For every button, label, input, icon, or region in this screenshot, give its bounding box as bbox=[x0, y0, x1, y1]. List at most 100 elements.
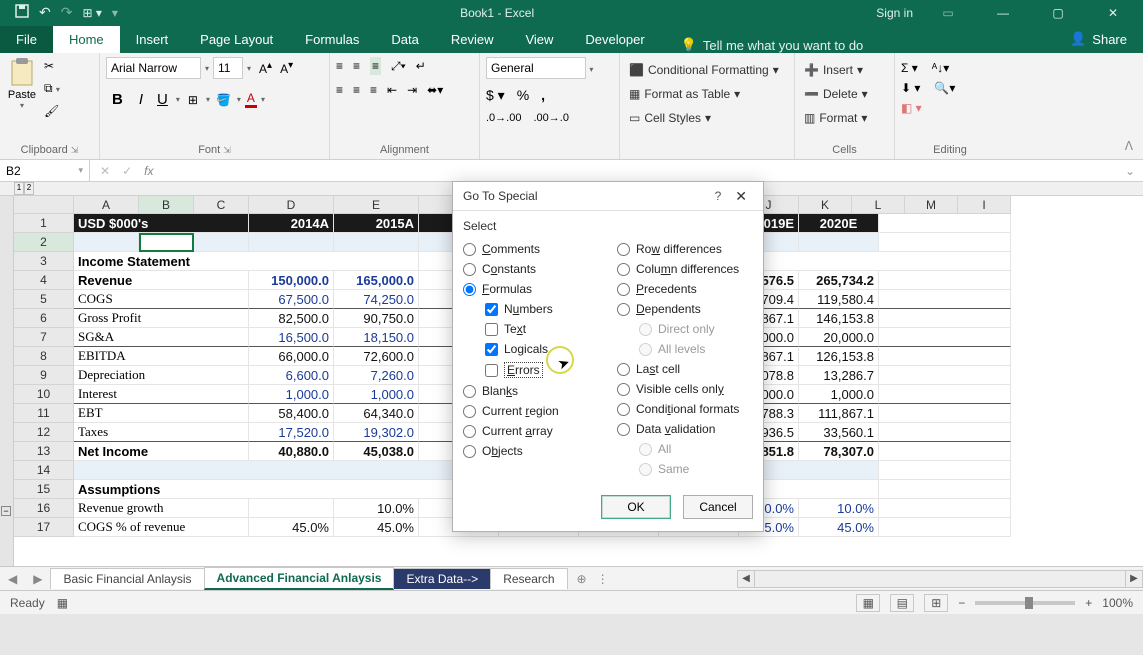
tell-me-search[interactable]: 💡 Tell me what you want to do bbox=[681, 37, 864, 53]
cell-E8[interactable]: 72,600.0 bbox=[334, 347, 419, 366]
merge-center-icon[interactable]: ⬌▾ bbox=[427, 83, 443, 97]
row-header-12[interactable]: 12 bbox=[14, 423, 74, 442]
align-center-icon[interactable]: ≡ bbox=[353, 83, 360, 97]
row-header-9[interactable]: 9 bbox=[14, 366, 74, 385]
sheet-tab-extra[interactable]: Extra Data--> bbox=[393, 568, 491, 589]
format-as-table-button[interactable]: ▦Format as Table ▾ bbox=[626, 85, 743, 103]
normal-view-icon[interactable]: ▦ bbox=[856, 594, 880, 612]
tab-home[interactable]: Home bbox=[53, 26, 120, 53]
cell-E17[interactable]: 45.0% bbox=[334, 518, 419, 537]
tab-file[interactable]: File bbox=[0, 26, 53, 53]
cell-D5[interactable]: 67,500.0 bbox=[249, 290, 334, 309]
select-all-corner[interactable] bbox=[14, 196, 74, 214]
maximize-icon[interactable]: ▢ bbox=[1038, 6, 1078, 20]
col-header-L[interactable]: L bbox=[852, 196, 905, 214]
row-header-4[interactable]: 4 bbox=[14, 271, 74, 290]
cell-A8[interactable]: EBITDA bbox=[74, 347, 249, 366]
cell-A1[interactable]: USD $000's bbox=[74, 214, 249, 233]
radio-constants[interactable]: Constants bbox=[463, 259, 599, 279]
cut-icon[interactable]: ✂ bbox=[44, 59, 60, 73]
decrease-decimal-icon[interactable]: .00→.0 bbox=[533, 112, 568, 124]
row-header-1[interactable]: 1 bbox=[14, 214, 74, 233]
page-break-view-icon[interactable]: ⊞ bbox=[924, 594, 948, 612]
cell-A12[interactable]: Taxes bbox=[74, 423, 249, 442]
zoom-slider[interactable] bbox=[975, 601, 1075, 605]
font-name-dropdown-icon[interactable]: ▾ bbox=[205, 64, 209, 73]
col-header-E[interactable]: E bbox=[334, 196, 419, 214]
zoom-in-icon[interactable]: + bbox=[1085, 596, 1092, 610]
cell-K9[interactable]: 13,286.7 bbox=[799, 366, 879, 385]
col-header-M[interactable]: M bbox=[905, 196, 958, 214]
percent-format-icon[interactable]: % bbox=[517, 87, 529, 104]
font-name-select[interactable] bbox=[106, 57, 201, 79]
cell-A3[interactable]: Income Statement bbox=[74, 252, 419, 271]
cell-A7[interactable]: SG&A bbox=[74, 328, 249, 347]
sheet-tab-basic[interactable]: Basic Financial Anlaysis bbox=[50, 568, 204, 589]
zoom-level[interactable]: 100% bbox=[1102, 596, 1133, 610]
tab-data[interactable]: Data bbox=[375, 26, 434, 53]
font-color-icon[interactable]: A bbox=[245, 91, 257, 108]
collapse-ribbon-icon[interactable]: ᐱ bbox=[1125, 139, 1133, 153]
cell-K16[interactable]: 10.0% bbox=[799, 499, 879, 518]
cell-A2[interactable] bbox=[74, 233, 139, 252]
number-format-dropdown-icon[interactable]: ▾ bbox=[589, 65, 593, 74]
clipboard-launcher-icon[interactable]: ⇲ bbox=[71, 145, 79, 155]
cell-K17[interactable]: 45.0% bbox=[799, 518, 879, 537]
tab-view[interactable]: View bbox=[509, 26, 569, 53]
clear-icon[interactable]: ◧ ▾ bbox=[901, 101, 922, 115]
check-logicals[interactable]: Logicals bbox=[485, 339, 599, 359]
tab-developer[interactable]: Developer bbox=[569, 26, 660, 53]
row-header-3[interactable]: 3 bbox=[14, 252, 74, 271]
page-layout-view-icon[interactable]: ▤ bbox=[890, 594, 914, 612]
align-left-icon[interactable]: ≡ bbox=[336, 83, 343, 97]
check-errors[interactable]: Errors bbox=[485, 359, 599, 381]
radio-current-region[interactable]: Current region bbox=[463, 401, 599, 421]
align-top-icon[interactable]: ≡ bbox=[336, 59, 343, 73]
cell-E12[interactable]: 19,302.0 bbox=[334, 423, 419, 442]
cell-E4[interactable]: 165,000.0 bbox=[334, 271, 419, 290]
cell-K7[interactable]: 20,000.0 bbox=[799, 328, 879, 347]
row-header-6[interactable]: 6 bbox=[14, 309, 74, 328]
borders-dropdown-icon[interactable]: ▾ bbox=[206, 95, 210, 104]
sort-filter-icon[interactable]: ᴬ↓▾ bbox=[932, 61, 949, 75]
sheet-tab-advanced[interactable]: Advanced Financial Anlaysis bbox=[204, 567, 395, 590]
cell-D10[interactable]: 1,000.0 bbox=[249, 385, 334, 404]
row-header-7[interactable]: 7 bbox=[14, 328, 74, 347]
cell-E7[interactable]: 18,150.0 bbox=[334, 328, 419, 347]
cell-D13[interactable]: 40,880.0 bbox=[249, 442, 334, 461]
zoom-out-icon[interactable]: − bbox=[958, 596, 965, 610]
radio-blanks[interactable]: Blanks bbox=[463, 381, 599, 401]
format-painter-icon[interactable]: 🖌 bbox=[44, 104, 60, 118]
cancel-formula-icon[interactable]: ✕ bbox=[100, 164, 110, 178]
fill-dropdown-icon[interactable]: ▾ bbox=[237, 95, 241, 104]
cell-D4[interactable]: 150,000.0 bbox=[249, 271, 334, 290]
macro-record-icon[interactable]: ▦ bbox=[45, 596, 68, 610]
hscroll-right-icon[interactable]: ▶ bbox=[1125, 570, 1143, 588]
tab-review[interactable]: Review bbox=[435, 26, 510, 53]
cell-D9[interactable]: 6,600.0 bbox=[249, 366, 334, 385]
col-header-A[interactable]: A bbox=[74, 196, 139, 214]
cell-E6[interactable]: 90,750.0 bbox=[334, 309, 419, 328]
cell-E1[interactable]: 2015A bbox=[334, 214, 419, 233]
grid-icon[interactable]: ⊞ ▾ bbox=[82, 6, 101, 20]
dialog-help-icon[interactable]: ? bbox=[707, 189, 730, 203]
paste-icon[interactable] bbox=[6, 57, 38, 89]
tab-insert[interactable]: Insert bbox=[120, 26, 185, 53]
increase-font-icon[interactable]: A▴ bbox=[255, 60, 276, 76]
italic-button[interactable]: I bbox=[133, 91, 149, 108]
cell-E10[interactable]: 1,000.0 bbox=[334, 385, 419, 404]
borders-icon[interactable]: ⊞ bbox=[184, 93, 202, 107]
delete-cells-button[interactable]: ➖Delete ▾ bbox=[801, 85, 871, 103]
cell-D6[interactable]: 82,500.0 bbox=[249, 309, 334, 328]
cell-D12[interactable]: 17,520.0 bbox=[249, 423, 334, 442]
radio-current-array[interactable]: Current array bbox=[463, 421, 599, 441]
name-box[interactable]: B2▾ bbox=[0, 160, 90, 181]
expand-formula-bar-icon[interactable]: ⌄ bbox=[1117, 164, 1143, 178]
cell-K11[interactable]: 111,867.1 bbox=[799, 404, 879, 423]
cell-E5[interactable]: 74,250.0 bbox=[334, 290, 419, 309]
sheet-tab-research[interactable]: Research bbox=[490, 568, 567, 589]
cell-K10[interactable]: 1,000.0 bbox=[799, 385, 879, 404]
cell-K4[interactable]: 265,734.2 bbox=[799, 271, 879, 290]
insert-cells-button[interactable]: ➕Insert ▾ bbox=[801, 61, 866, 79]
row-header-14[interactable]: 14 bbox=[14, 461, 74, 480]
